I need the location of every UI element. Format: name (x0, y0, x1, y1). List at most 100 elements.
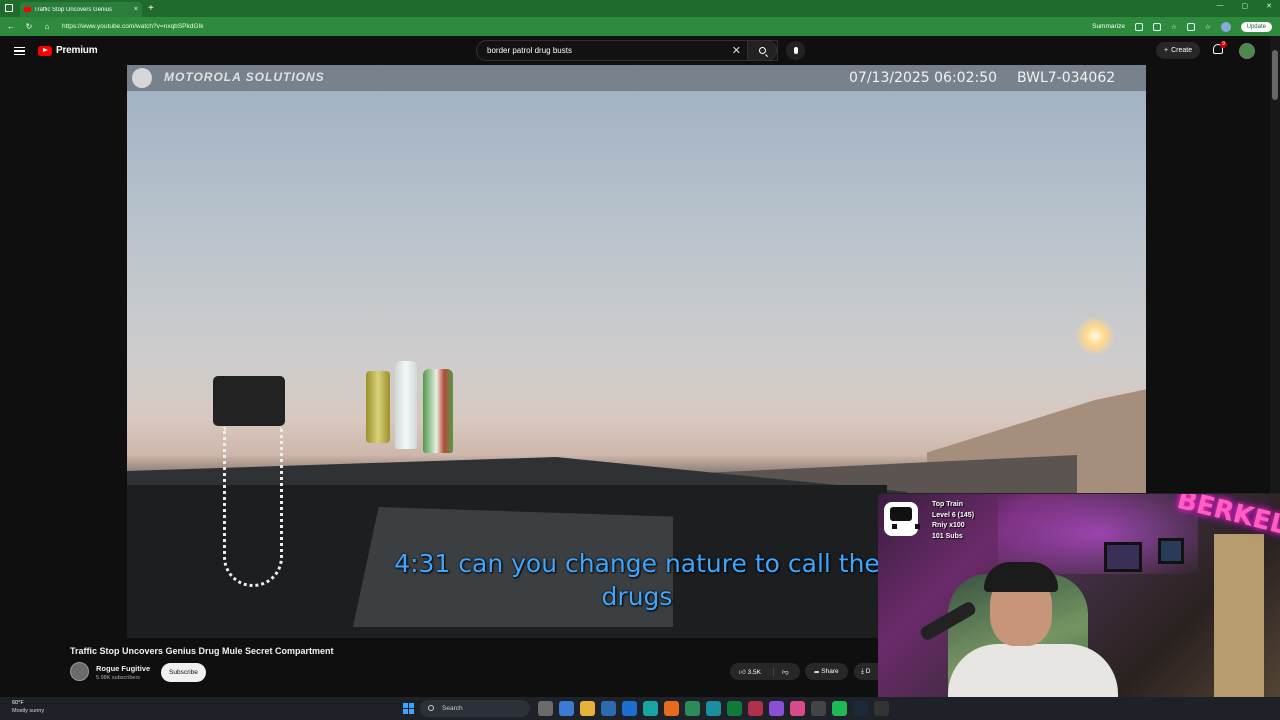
tab-actions-icon[interactable] (5, 4, 13, 12)
browser-tab-active[interactable]: Traffic Stop Uncovers Genius × (20, 2, 142, 17)
channel-avatar[interactable] (70, 662, 89, 681)
obs-icon[interactable] (874, 701, 889, 716)
share-icon: ➦ (814, 668, 822, 676)
bodycam-device-id: BWL7-034062 (1017, 70, 1116, 86)
update-button[interactable]: Update (1240, 21, 1272, 32)
share-label: Share (821, 668, 839, 675)
store-icon[interactable] (601, 701, 616, 716)
dislike-button[interactable]: 👎︎ (774, 668, 789, 676)
edge-icon[interactable] (643, 701, 658, 716)
file-explorer-icon[interactable] (580, 701, 595, 716)
channel-name[interactable]: Rogue Fugitive (96, 664, 150, 673)
app-icon[interactable] (811, 701, 826, 716)
scrollbar-thumb[interactable] (1272, 50, 1278, 100)
like-count: 3.5K (747, 668, 761, 676)
youtube-header: Premium border patrol drug busts ✕ + Cre… (0, 36, 1280, 65)
back-icon[interactable]: ← (4, 22, 18, 31)
menu-icon[interactable] (14, 46, 25, 55)
create-label: Create (1171, 47, 1193, 54)
notification-badge: 9 (1220, 41, 1227, 48)
thumbs-up-icon: 👍︎ (739, 668, 748, 676)
weather-desc: Mostly sunny (12, 707, 45, 714)
tab-close-icon[interactable]: × (134, 6, 138, 13)
bodycam-timestamp: 07/13/2025 06:02:50 (849, 70, 998, 86)
hype-train-subs: 101 Subs (932, 532, 963, 540)
address-bar-tools: Summarize ☆ ☆ Update (1092, 21, 1272, 32)
train-icon (884, 502, 920, 536)
app-icon[interactable] (790, 701, 805, 716)
hype-train-level: Level 6 (145) (932, 511, 975, 519)
browser-tab-bar: Traffic Stop Uncovers Genius × + — ▢ ✕ (0, 0, 1280, 17)
minimize-icon[interactable]: — (1217, 2, 1224, 10)
browser-profile-avatar[interactable] (1220, 21, 1231, 32)
taskbar-search[interactable]: Search (420, 700, 530, 717)
maximize-icon[interactable]: ▢ (1242, 2, 1249, 10)
favorite-star-icon[interactable]: ☆ (1171, 23, 1177, 31)
hype-train-top: Rniy x100 (932, 522, 965, 529)
window-controls: — ▢ ✕ (1217, 2, 1273, 10)
extensions-puzzle-icon[interactable] (1186, 22, 1195, 31)
tab-title: Traffic Stop Uncovers Genius (34, 6, 113, 13)
youtube-favicon-icon (24, 7, 31, 12)
water-bottle (395, 361, 417, 449)
home-icon[interactable]: ⌂ (40, 22, 54, 31)
voice-search-button[interactable] (786, 41, 805, 60)
thumbs-down-icon: 👎︎ (782, 668, 789, 676)
bodycam-watermark: MOTOROLA SOLUTIONS (164, 70, 325, 84)
sun (1075, 316, 1115, 356)
youtube-play-icon (38, 45, 52, 56)
favorites-icon[interactable]: ☆ (1205, 23, 1211, 31)
task-view-icon[interactable] (538, 701, 553, 716)
taskbar-search-label: Search (442, 705, 463, 712)
wall-frame (1104, 542, 1142, 572)
app-icon[interactable] (685, 701, 700, 716)
plus-icon: + (1164, 47, 1169, 54)
search-query: border patrol drug busts (487, 46, 572, 55)
streamer-webcam: BERKEL Top Train Level 6 (145) Rniy x100… (878, 493, 1280, 720)
account-avatar[interactable] (1239, 43, 1255, 59)
streamer-cap (984, 562, 1058, 592)
steam-icon[interactable] (853, 701, 868, 716)
screen: Traffic Stop Uncovers Genius × + — ▢ ✕ ←… (0, 0, 1280, 720)
caption-line-1: 4:31 can you change nature to call the (394, 549, 880, 578)
like-button[interactable]: 👍︎ 3.5K (730, 667, 774, 676)
spotify-icon[interactable] (832, 701, 847, 716)
read-aloud-icon[interactable] (1152, 22, 1161, 31)
doorway (1214, 534, 1264, 704)
motorola-logo-icon (132, 68, 152, 88)
chain (223, 427, 283, 587)
youtube-logo[interactable]: Premium (38, 45, 98, 56)
share-button[interactable]: ➦ Share (805, 663, 848, 680)
app-icon[interactable] (769, 701, 784, 716)
extension-icon[interactable] (1134, 22, 1143, 31)
download-label: D (865, 668, 871, 675)
refresh-icon[interactable]: ↻ (22, 22, 36, 31)
search-input[interactable]: border patrol drug busts ✕ (476, 40, 778, 61)
browser-address-bar: ← ↻ ⌂ https://www.youtube.com/watch?v=nx… (0, 17, 1280, 36)
subscribe-button[interactable]: Subscribe (161, 663, 206, 682)
url-input[interactable]: https://www.youtube.com/watch?v=nxqbSPkd… (62, 23, 1092, 30)
radio-device (213, 376, 285, 426)
app-icon[interactable] (727, 701, 742, 716)
taskbar-apps (538, 701, 889, 716)
drink-can (366, 371, 390, 443)
video-title: Traffic Stop Uncovers Genius Drug Mule S… (70, 646, 334, 656)
close-window-icon[interactable]: ✕ (1266, 2, 1272, 10)
windows-start-icon[interactable] (403, 703, 414, 714)
copilot-icon[interactable] (559, 701, 574, 716)
new-tab-button[interactable]: + (148, 3, 154, 14)
hype-train-info: Top Train Level 6 (145) Rniy x100 101 Su… (932, 500, 974, 542)
create-button[interactable]: + Create (1156, 42, 1201, 59)
outlook-icon[interactable] (622, 701, 637, 716)
hype-train-title: Top Train (932, 501, 963, 508)
search-button[interactable] (747, 40, 777, 61)
video-caption: 4:31 can you change nature to call the d… (367, 547, 907, 613)
app-icon[interactable] (748, 701, 763, 716)
firefox-icon[interactable] (664, 701, 679, 716)
clear-search-icon[interactable]: ✕ (732, 44, 741, 57)
search-icon (428, 705, 434, 711)
weather-widget[interactable]: 60°F Mostly sunny (12, 700, 44, 715)
summarize-button[interactable]: Summarize (1092, 23, 1125, 30)
app-icon[interactable] (706, 701, 721, 716)
caption-line-2: drugs (601, 582, 673, 611)
